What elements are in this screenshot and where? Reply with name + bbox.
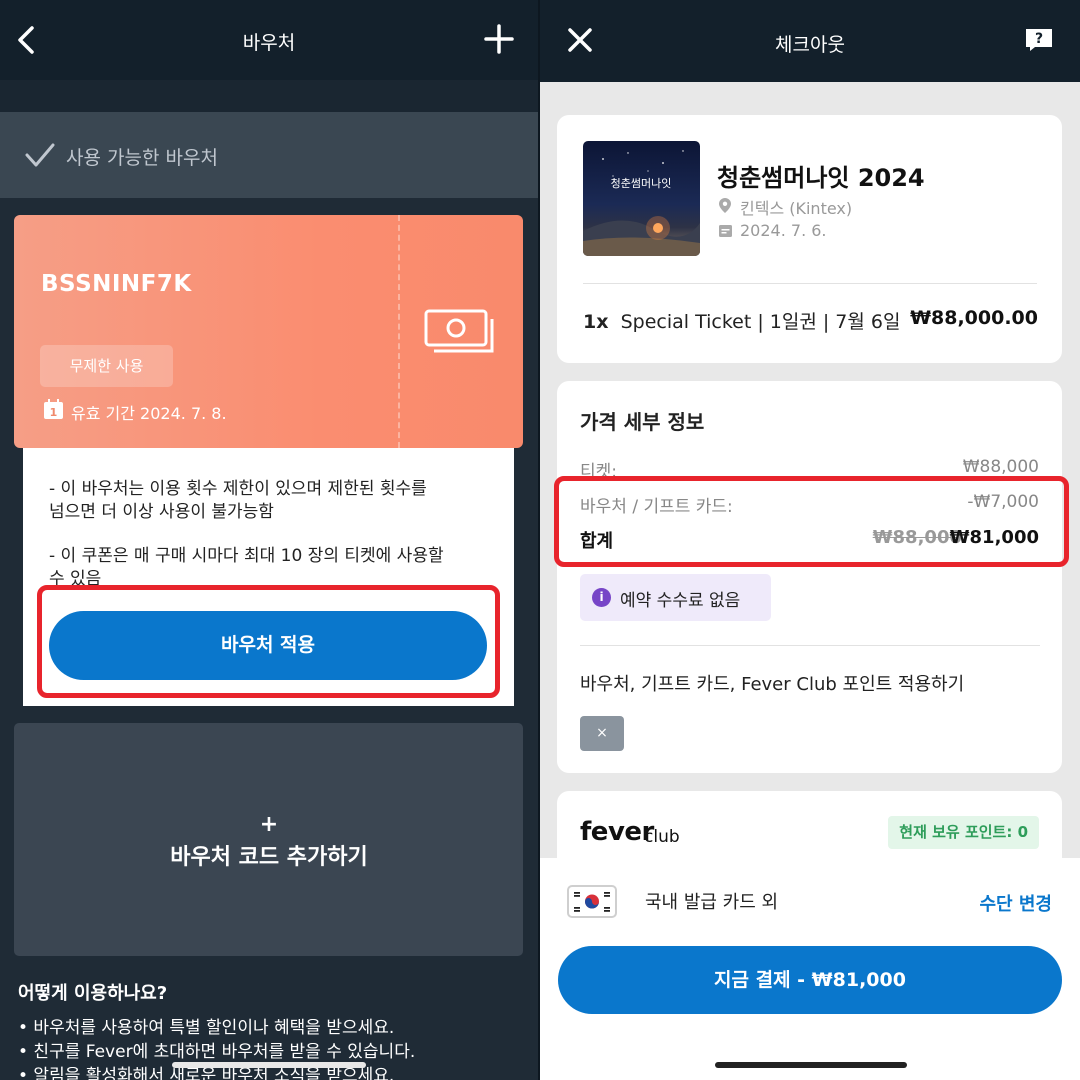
no-fee-text: 예약 수수료 없음 — [620, 591, 741, 611]
ticket-price: ₩88,000.00 — [910, 307, 1038, 329]
divider — [580, 645, 1040, 646]
header-spacer — [0, 80, 538, 112]
howto-item: • 친구를 Fever에 초대하면 바우처를 받을 수 있습니다. — [18, 1042, 416, 1062]
check-icon — [25, 143, 55, 167]
description-line: 넘으면 더 이상 사용이 불가능함 — [49, 502, 274, 522]
highlight-box — [554, 476, 1069, 567]
usage-badge: 무제한 사용 — [40, 345, 173, 387]
change-payment-link[interactable]: 수단 변경 — [979, 890, 1052, 916]
price-details-card: 가격 세부 정보 티켓: ₩88,000 바우처 / 기프트 카드: -₩7,0… — [557, 381, 1062, 773]
event-date: 2024. 7. 6. — [740, 221, 827, 240]
plus-icon — [484, 24, 514, 54]
event-card: 청춘썸머나잇 청춘썸머나잇 2024 킨텍스 (Kintex) 2024. 7.… — [557, 115, 1062, 363]
event-poster-title: 청춘썸머나잇 — [611, 177, 672, 190]
event-title: 청춘썸머나잇 2024 — [717, 164, 925, 192]
valid-until: 유효 기간 2024. 7. 8. — [71, 404, 227, 423]
howto-item: • 바우처를 사용하여 특별 할인이나 혜택을 받으세요. — [18, 1018, 395, 1038]
cash-icon — [424, 309, 494, 353]
korean-card-icon — [567, 885, 617, 918]
fever-logo: fever — [580, 817, 654, 847]
remove-voucher-button[interactable]: × — [580, 716, 624, 751]
available-vouchers-label: 사용 가능한 바우처 — [66, 147, 218, 169]
page-title: 체크아웃 — [775, 34, 845, 56]
ticket-value: ₩88,000 — [962, 457, 1039, 477]
highlight-box — [37, 585, 500, 698]
ticket-quantity: 1x — [583, 311, 609, 333]
calendar-icon: 1 — [44, 399, 63, 419]
apply-vouchers-label: 바우처, 기프트 카드, Fever Club 포인트 적용하기 — [580, 674, 965, 695]
voucher-card[interactable]: BSSNINF7K 무제한 사용 1 유효 기간 2024. 7. 8. — [14, 215, 523, 448]
payment-sheet: 국내 발급 카드 외 수단 변경 지금 결제 - ₩81,000 — [540, 858, 1080, 1080]
price-details-title: 가격 세부 정보 — [580, 410, 705, 434]
ticket-description: Special Ticket | 1일권 | 7월 6일 — [620, 311, 901, 333]
add-button[interactable] — [482, 22, 516, 56]
calendar-icon — [719, 225, 732, 237]
help-button[interactable]: ? — [1025, 28, 1053, 52]
info-icon: i — [592, 588, 611, 607]
ticket-line: 1x Special Ticket | 1일권 | 7월 6일 — [583, 307, 900, 334]
fever-club-label: club — [644, 827, 680, 847]
pay-now-button[interactable]: 지금 결제 - ₩81,000 — [558, 946, 1062, 1014]
description-line: - 이 쿠폰은 매 구매 시마다 최대 10 장의 티켓에 사용할 — [49, 546, 444, 566]
payment-method-label: 국내 발급 카드 외 — [645, 892, 779, 913]
calendar-day: 1 — [50, 406, 58, 419]
svg-text:?: ? — [1035, 31, 1043, 47]
voucher-perforation — [398, 215, 400, 448]
event-poster-art: 청춘썸머나잇 — [583, 150, 700, 256]
page-title: 바우처 — [242, 32, 296, 54]
left-header: 바우처 — [0, 0, 538, 80]
location-pin-icon — [719, 198, 731, 213]
voucher-screen: 바우처 사용 가능한 바우처 BSSNINF7K 무제한 사용 1 유효 기간 … — [0, 0, 538, 1080]
howto-title: 어떻게 이용하나요? — [18, 983, 168, 1004]
help-icon: ? — [1026, 29, 1052, 51]
voucher-code: BSSNINF7K — [41, 271, 192, 297]
add-code-label: 바우처 코드 추가하기 — [170, 845, 368, 870]
description-line: - 이 바우처는 이용 횟수 제한이 있으며 제한된 횟수를 — [49, 479, 427, 499]
event-poster: 청춘썸머나잇 — [583, 141, 700, 256]
event-venue: 킨텍스 (Kintex) — [740, 199, 853, 218]
home-indicator — [715, 1062, 907, 1068]
checkout-screen: 체크아웃 ? 청춘썸머나잇 청춘썸머나잇 2024 킨텍스 (Kintex) 2… — [540, 0, 1080, 1080]
points-badge: 현재 보유 포인트: 0 — [888, 816, 1039, 849]
home-indicator — [172, 1062, 366, 1068]
divider — [583, 283, 1037, 284]
add-code-plus-icon: + — [259, 812, 279, 837]
right-header: 체크아웃 ? — [540, 0, 1080, 82]
no-fee-badge: i 예약 수수료 없음 — [580, 574, 771, 621]
